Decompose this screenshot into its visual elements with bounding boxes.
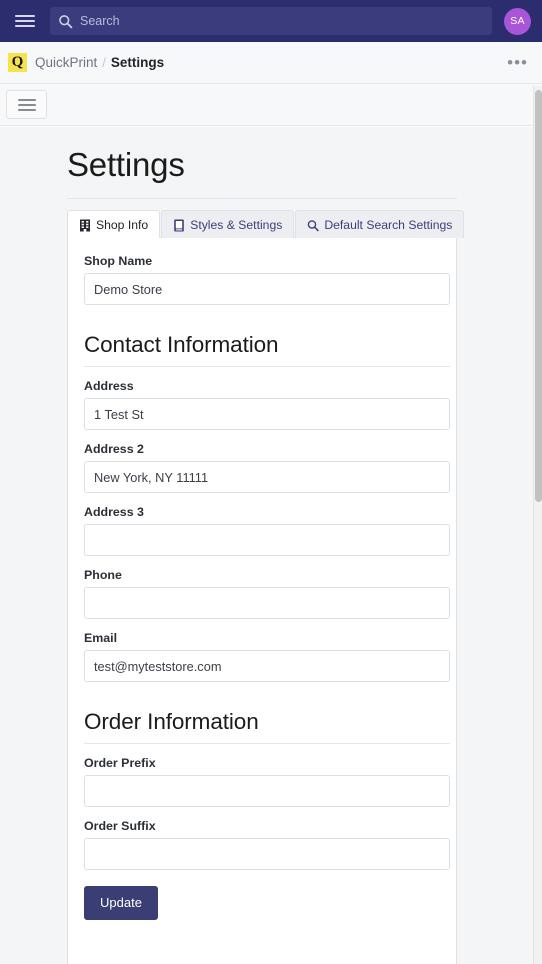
- tab-label: Shop Info: [96, 218, 149, 232]
- scrollbar-thumb[interactable]: [535, 90, 542, 502]
- field-order-suffix: Order Suffix: [84, 819, 450, 870]
- hamburger-bar: [17, 108, 36, 111]
- address-input[interactable]: [84, 398, 450, 430]
- update-button[interactable]: Update: [84, 886, 158, 920]
- tab-default-search-settings[interactable]: Default Search Settings: [295, 210, 465, 238]
- order-section-divider: [84, 743, 450, 744]
- logo-letter: Q: [11, 54, 24, 70]
- hamburger-bar: [15, 20, 35, 22]
- vertical-scrollbar[interactable]: [533, 86, 542, 964]
- breadcrumb-bar: Q QuickPrint / Settings •••: [0, 42, 542, 84]
- building-icon: [80, 219, 90, 231]
- hamburger-bar: [15, 15, 35, 17]
- hamburger-icon[interactable]: [6, 6, 44, 36]
- shop-name-label: Shop Name: [84, 254, 153, 268]
- field-address-3: Address 3: [84, 505, 450, 556]
- order-information-heading: Order Information: [84, 709, 259, 734]
- top-navigation-bar: SA: [0, 0, 542, 42]
- address-label: Address: [84, 379, 134, 393]
- book-icon: [174, 219, 184, 231]
- sidebar-toggle-button[interactable]: [6, 90, 47, 119]
- field-address-2: Address 2: [84, 442, 450, 493]
- contact-section-divider: [84, 366, 450, 367]
- tab-list: Shop Info Styles & Settings Default Sear…: [67, 210, 533, 238]
- breadcrumb-separator: /: [102, 55, 106, 70]
- phone-label: Phone: [84, 568, 122, 582]
- field-email: Email: [84, 631, 450, 682]
- address-2-label: Address 2: [84, 442, 144, 456]
- avatar-initials: SA: [510, 15, 525, 27]
- search-icon: [308, 219, 320, 231]
- hamburger-bar: [17, 98, 36, 101]
- overflow-menu-icon[interactable]: •••: [505, 54, 530, 72]
- tab-label: Default Search Settings: [324, 218, 453, 232]
- page-title: Settings: [67, 146, 185, 183]
- phone-input[interactable]: [84, 587, 450, 619]
- search-icon: [59, 14, 73, 28]
- app-logo-icon[interactable]: Q: [8, 53, 27, 72]
- email-label: Email: [84, 631, 118, 645]
- avatar[interactable]: SA: [504, 7, 531, 35]
- order-suffix-input[interactable]: [84, 838, 450, 870]
- shop-info-panel: Shop Name Contact Information Address Ad…: [67, 237, 457, 964]
- hamburger-bar: [17, 103, 36, 106]
- field-shop-name: Shop Name: [84, 254, 450, 305]
- tab-shop-info[interactable]: Shop Info: [67, 210, 161, 238]
- field-address: Address: [84, 379, 450, 430]
- order-suffix-label: Order Suffix: [84, 819, 156, 833]
- email-input[interactable]: [84, 650, 450, 682]
- address-2-input[interactable]: [84, 461, 450, 493]
- order-prefix-input[interactable]: [84, 775, 450, 807]
- page-content: Settings Shop Info Styles & Settings Def…: [0, 127, 533, 964]
- breadcrumb-app-link[interactable]: QuickPrint: [35, 55, 97, 70]
- address-3-input[interactable]: [84, 524, 450, 556]
- address-3-label: Address 3: [84, 505, 144, 519]
- field-order-prefix: Order Prefix: [84, 756, 450, 807]
- secondary-toolbar: [0, 84, 542, 126]
- contact-information-heading: Contact Information: [84, 332, 279, 357]
- hamburger-bar: [15, 25, 35, 27]
- search-box[interactable]: [50, 7, 492, 35]
- field-phone: Phone: [84, 568, 450, 619]
- shop-name-input[interactable]: [84, 273, 450, 305]
- tab-styles-settings[interactable]: Styles & Settings: [161, 210, 295, 238]
- tab-label: Styles & Settings: [190, 218, 283, 232]
- order-prefix-label: Order Prefix: [84, 756, 156, 770]
- title-divider: [67, 198, 457, 199]
- search-input[interactable]: [80, 14, 484, 28]
- breadcrumb-current: Settings: [110, 55, 165, 70]
